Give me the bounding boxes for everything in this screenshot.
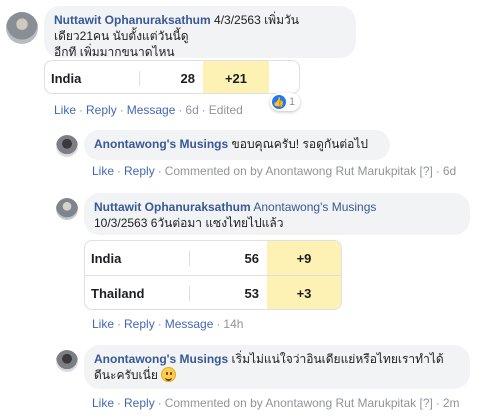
reply-link[interactable]: Reply	[124, 164, 155, 178]
reaction-count: 1	[289, 96, 296, 108]
comment-text-cont: อีกที เพิ่มมากขนาดไหน	[54, 45, 175, 59]
timestamp[interactable]: 6d	[443, 164, 456, 178]
message-link[interactable]: Message	[127, 103, 176, 117]
timestamp[interactable]: 6d	[185, 103, 198, 117]
like-link[interactable]: Like	[92, 396, 114, 410]
delta-cell: +21	[203, 61, 269, 93]
reply-author[interactable]: Anontawong's Musings	[94, 352, 228, 366]
comment-author[interactable]: Nuttawit Ophanuraksathum	[54, 13, 211, 27]
help-link[interactable]: [?]	[420, 396, 433, 410]
comment-actions: Like · Reply · Message · 6d · Edited	[54, 103, 243, 117]
avatar[interactable]	[6, 12, 38, 44]
reaction-badge[interactable]: 👍 1	[270, 93, 301, 111]
edited-label[interactable]: Edited	[209, 103, 243, 117]
reply-text-cont: ดีนะครับเนี่ย	[94, 368, 158, 382]
country-cell: Thailand	[91, 286, 145, 301]
like-link[interactable]: Like	[92, 164, 114, 178]
tagged-page[interactable]: Anontawong's Musings	[253, 200, 376, 214]
reply-text: เริ่มไม่แน่ใจว่าอินเดียแย่หรือไทยเราทำได…	[231, 352, 444, 366]
avatar[interactable]	[56, 135, 78, 157]
commented-by-label: Commented on by Anontawong Rut Marukpita…	[164, 164, 417, 178]
table-row: Thailand 53 +3	[85, 276, 341, 309]
timestamp[interactable]: 2m	[443, 396, 460, 410]
reply-author[interactable]: Nuttawit Ophanuraksathum	[94, 200, 251, 214]
reply-bubble: Anontawong's Musings ขอบคุณครับ! รอดูกัน…	[84, 130, 390, 160]
delta-cell: +9	[267, 241, 341, 275]
like-link[interactable]: Like	[92, 317, 114, 331]
reply-bubble: Nuttawit Ophanuraksathum Anontawong's Mu…	[84, 193, 470, 235]
embedded-table: India 28 +21	[44, 60, 300, 94]
reply-bubble: Anontawong's Musings เริ่มไม่แน่ใจว่าอิน…	[84, 345, 470, 389]
table-row: India 56 +9	[85, 241, 341, 276]
count-cell: 28	[139, 70, 203, 86]
reply-link[interactable]: Reply	[124, 396, 155, 410]
like-link[interactable]: Like	[54, 103, 76, 117]
reply-link[interactable]: Reply	[124, 317, 155, 331]
thumbs-up-icon: 👍	[272, 95, 286, 109]
reply-actions: Like · Reply · Commented on by Anontawong Ru…	[92, 396, 460, 410]
reply-actions: Like · Reply · Message · 14h	[92, 317, 244, 331]
help-link[interactable]: [?]	[420, 164, 433, 178]
country-cell: India	[91, 250, 122, 266]
embedded-table: India 56 +9 Thailand 53 +3	[84, 240, 342, 310]
avatar[interactable]	[56, 350, 78, 372]
country-cell: India	[51, 70, 82, 86]
reply-actions: Like · Reply · Commented on by Anontawong Ru…	[92, 164, 457, 178]
timestamp[interactable]: 14h	[223, 317, 243, 331]
avatar[interactable]	[56, 198, 78, 220]
reply-text: 10/3/2563 6วันต่อมา แซงไทยไปแล้ว	[94, 216, 284, 230]
reply-link[interactable]: Reply	[86, 103, 117, 117]
comment-bubble: Nuttawit Ophanuraksathum 4/3/2563 เพิ่มว…	[44, 6, 356, 59]
reply-text: ขอบคุณครับ! รอดูกันต่อไป	[231, 137, 369, 151]
table-row: India 28 +21	[45, 61, 299, 93]
message-link[interactable]: Message	[165, 317, 214, 331]
delta-cell: +3	[267, 276, 341, 309]
reply-author[interactable]: Anontawong's Musings	[94, 137, 228, 151]
smiley-emoji-icon	[161, 367, 177, 382]
commented-by-label: Commented on by Anontawong Rut Marukpita…	[164, 396, 417, 410]
count-cell: 56	[189, 250, 267, 266]
count-cell: 53	[189, 286, 267, 301]
